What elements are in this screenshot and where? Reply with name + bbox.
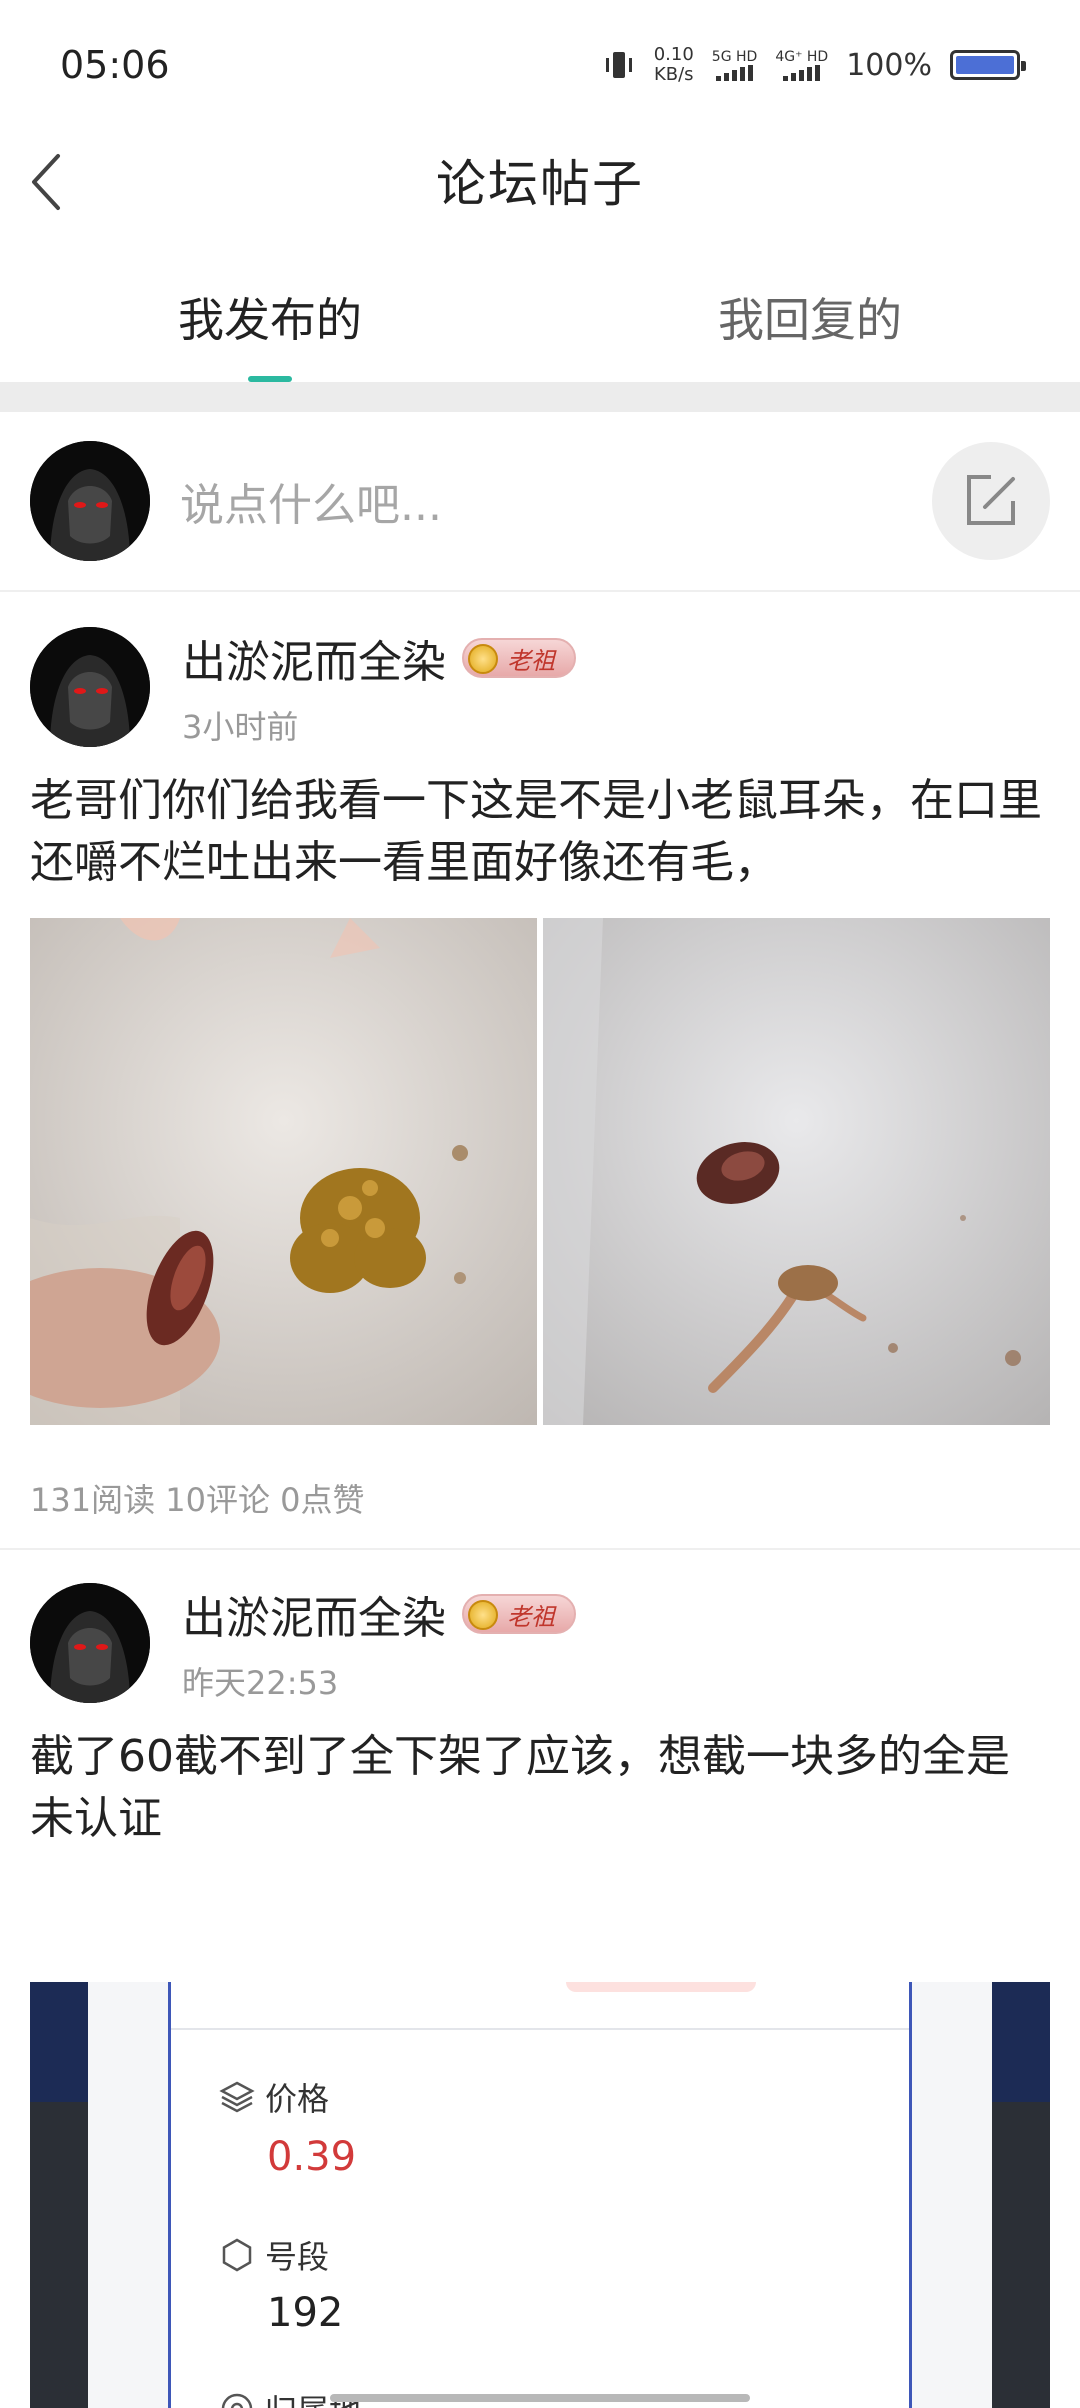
post-stats: 131阅读 10评论 0点赞 — [30, 1481, 365, 1519]
post-image-1[interactable] — [30, 918, 537, 1425]
tab-bar: 我发布的 我回复的 — [0, 260, 1080, 382]
avatar[interactable] — [30, 627, 150, 747]
edit-icon — [967, 475, 1015, 525]
post-header: 出淤泥而全染 老祖 昨天22:53 — [0, 1582, 1080, 1704]
compose-input[interactable]: 说点什么吧... — [180, 469, 932, 533]
chevron-left-icon[interactable] — [28, 152, 68, 212]
coin-icon — [468, 1600, 498, 1630]
hexagon-icon — [222, 2238, 252, 2272]
segment-value: 192 — [267, 2290, 344, 2336]
net-speed: 0.10 KB/s — [653, 44, 694, 85]
segment-row: 号段 — [219, 2232, 329, 2278]
post-time: 昨天22:53 — [182, 1664, 339, 1702]
screenshot-panel: 价格 0.39 号段 192 归属地 — [88, 1982, 992, 2408]
status-icons: 0.10 KB/s 5G HD 4G⁺ HD 100% — [602, 44, 1026, 85]
segment-label: 号段 — [265, 2238, 330, 2276]
layers-icon — [219, 2081, 255, 2113]
location-icon — [221, 2393, 253, 2408]
battery-icon — [950, 50, 1026, 80]
post-images — [0, 918, 1080, 1425]
tab-my-posts[interactable]: 我发布的 — [0, 260, 540, 382]
compose-button[interactable] — [932, 442, 1050, 560]
status-bar: 05:06 0.10 KB/s 5G HD 4G⁺ HD 100% — [0, 0, 1080, 130]
rank-badge-label: 老祖 — [507, 646, 555, 675]
header: 论坛帖子 — [0, 130, 1080, 230]
post-text: 老哥们你们给我看一下这是不是小老鼠耳朵，在口里还嚼不烂吐出来一看里面好像还有毛， — [30, 775, 1042, 888]
post-header: 出淤泥而全染 老祖 3小时前 — [0, 626, 1080, 748]
avatar[interactable] — [30, 1583, 150, 1703]
compose-bar: 说点什么吧... — [0, 412, 1080, 592]
signal-sim2-icon: 4G⁺ HD — [775, 49, 828, 81]
post-text: 截了60截不到了全下架了应该，想截一块多的全是未认证 — [30, 1731, 1010, 1844]
section-divider — [0, 382, 1080, 412]
image-edge — [992, 1982, 1050, 2102]
battery-percent: 100% — [846, 47, 932, 83]
avatar[interactable] — [30, 441, 150, 561]
tab-my-replies[interactable]: 我回复的 — [540, 260, 1080, 382]
rank-badge: 老祖 — [462, 638, 576, 678]
status-time: 05:06 — [60, 43, 170, 87]
price-row: 价格 — [219, 2074, 329, 2120]
screenshot-pill — [566, 1982, 756, 1992]
image-edge — [30, 1982, 88, 2102]
price-value: 0.39 — [267, 2134, 357, 2180]
author-name[interactable]: 出淤泥而全染 — [182, 626, 446, 690]
author-name[interactable]: 出淤泥而全染 — [182, 1582, 446, 1646]
tab-label: 我发布的 — [178, 293, 362, 347]
rank-badge: 老祖 — [462, 1594, 576, 1634]
home-indicator[interactable] — [330, 2394, 750, 2402]
screenshot-line — [171, 2028, 909, 2030]
post-card[interactable]: 出淤泥而全染 老祖 昨天22:53 截了60截不到了全下架了应该，想截一块多的全… — [0, 1582, 1080, 1850]
screenshot-card: 价格 0.39 号段 192 归属地 — [168, 1982, 912, 2408]
rank-badge-label: 老祖 — [507, 1602, 555, 1631]
post-divider — [0, 1548, 1080, 1550]
page-title: 论坛帖子 — [436, 155, 644, 213]
price-label: 价格 — [265, 2080, 330, 2118]
signal-sim1-icon: 5G HD — [712, 49, 757, 81]
vibrate-icon — [605, 52, 632, 78]
post-time: 3小时前 — [182, 708, 299, 746]
coin-icon — [468, 644, 498, 674]
tab-label: 我回复的 — [718, 293, 902, 347]
post-image-2[interactable] — [543, 918, 1050, 1425]
post-image-screenshot[interactable]: 价格 0.39 号段 192 归属地 — [30, 1982, 1050, 2408]
post-card[interactable]: 出淤泥而全染 老祖 3小时前 老哥们你们给我看一下这是不是小老鼠耳朵，在口里还嚼… — [0, 626, 1080, 1521]
